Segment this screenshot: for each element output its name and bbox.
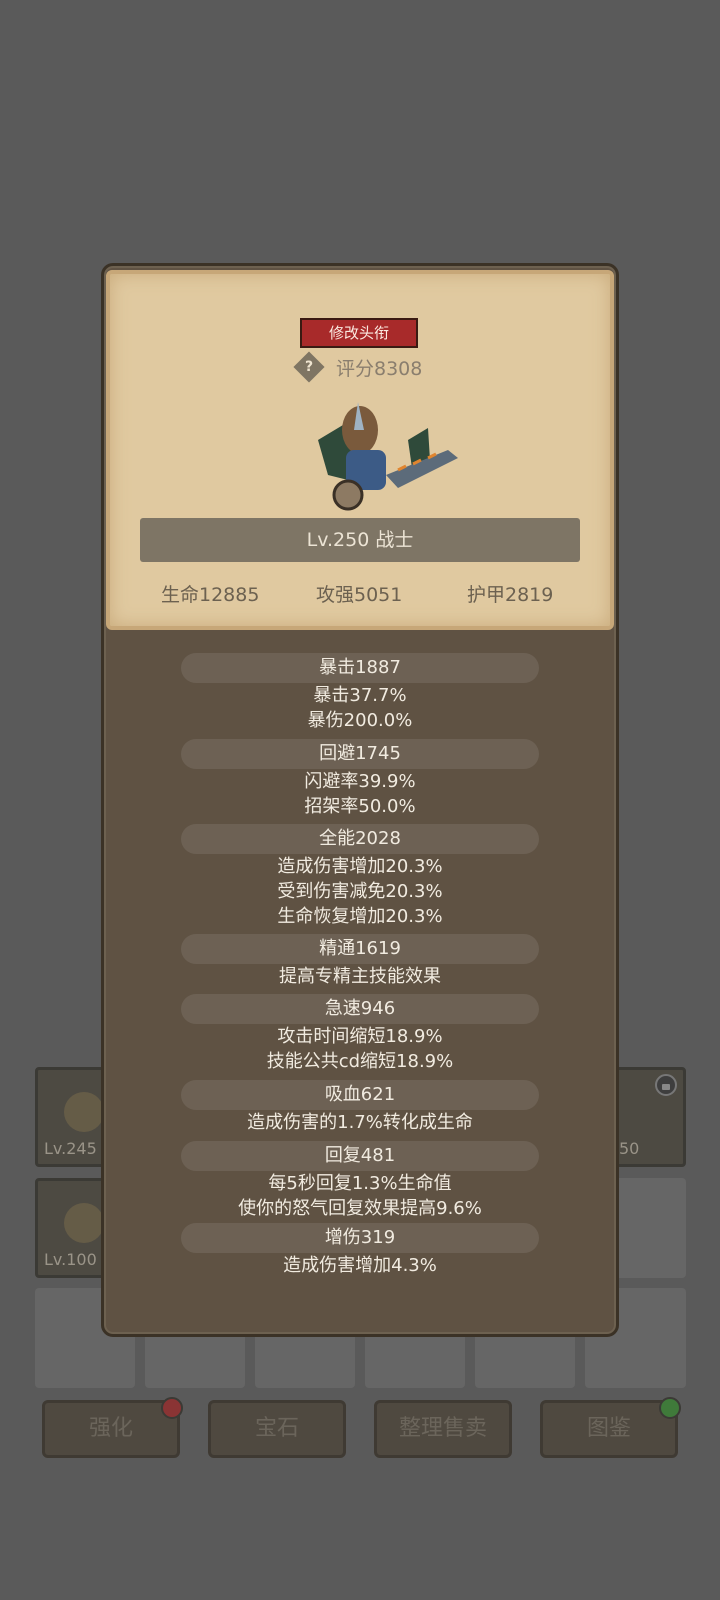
- attribute-line: 每5秒回复1.3%生命值: [268, 1173, 452, 1194]
- sort-sell-label: 整理售卖: [398, 1416, 487, 1441]
- lock-icon: [655, 1074, 677, 1096]
- attribute-line: 提高专精主技能效果: [279, 966, 441, 987]
- attribute-line: 暴伤200.0%: [307, 710, 413, 731]
- attribute-line: 使你的怒气回复效果提高9.6%: [238, 1198, 482, 1219]
- attribute-title: 全能2028: [181, 824, 539, 854]
- attribute-line: 攻击时间缩短18.9%: [277, 1026, 443, 1047]
- gem-label: 宝石: [254, 1416, 299, 1441]
- attribute-line: 受到伤害减免20.3%: [277, 881, 443, 902]
- attribute-line: 技能公共cd缩短18.9%: [266, 1051, 454, 1072]
- attribute-line: 造成伤害的1.7%转化成生命: [247, 1112, 473, 1133]
- slot-level: 50: [619, 1139, 640, 1158]
- attribute-title: 吸血621: [181, 1080, 539, 1110]
- stat-attack: 攻强5051: [316, 584, 403, 606]
- alert-badge: [161, 1397, 183, 1419]
- collection-button[interactable]: 图鉴: [540, 1397, 681, 1458]
- inventory-slot-empty[interactable]: [612, 1178, 686, 1278]
- attribute-line: 闪避率39.9%: [304, 771, 416, 792]
- collection-label: 图鉴: [586, 1416, 631, 1441]
- attribute-line: 造成伤害增加4.3%: [283, 1255, 437, 1276]
- rename-title-button[interactable]: 修改头衔: [300, 318, 418, 348]
- attribute-title: 回避1745: [181, 739, 539, 769]
- stat-hp: 生命12885: [161, 584, 260, 606]
- attribute-line: 暴击37.7%: [313, 685, 407, 706]
- enhance-button[interactable]: 强化: [42, 1397, 183, 1458]
- inventory-slot-2[interactable]: Lv.100: [35, 1178, 111, 1278]
- attribute-line: 招架率50.0%: [304, 796, 416, 817]
- attribute-title: 精通1619: [181, 934, 539, 964]
- attribute-title: 回复481: [181, 1141, 539, 1171]
- gem-button[interactable]: 宝石: [208, 1400, 346, 1458]
- sort-sell-button[interactable]: 整理售卖: [374, 1400, 512, 1458]
- attribute-title: 急速946: [181, 994, 539, 1024]
- inventory-slot-locked[interactable]: 50: [612, 1067, 686, 1167]
- stat-armor: 护甲2819: [467, 584, 554, 606]
- attribute-title: 暴击1887: [181, 653, 539, 683]
- slot-level: Lv.245: [44, 1139, 97, 1158]
- slot-level: Lv.100: [44, 1250, 97, 1269]
- attribute-line: 生命恢复增加20.3%: [277, 906, 443, 927]
- warrior-avatar: [318, 402, 458, 511]
- help-icon[interactable]: ?: [293, 351, 325, 383]
- enhance-label: 强化: [88, 1416, 133, 1441]
- level-class-bar: Lv.250 战士: [140, 518, 580, 562]
- attribute-line: 造成伤害增加20.3%: [277, 856, 443, 877]
- equipment-image: [64, 1092, 104, 1132]
- inventory-slot-1[interactable]: Lv.245: [35, 1067, 111, 1167]
- attribute-title: 增伤319: [181, 1223, 539, 1253]
- equipment-image: [64, 1203, 104, 1243]
- new-badge: [659, 1397, 681, 1419]
- score-text: 评分8308: [336, 358, 423, 380]
